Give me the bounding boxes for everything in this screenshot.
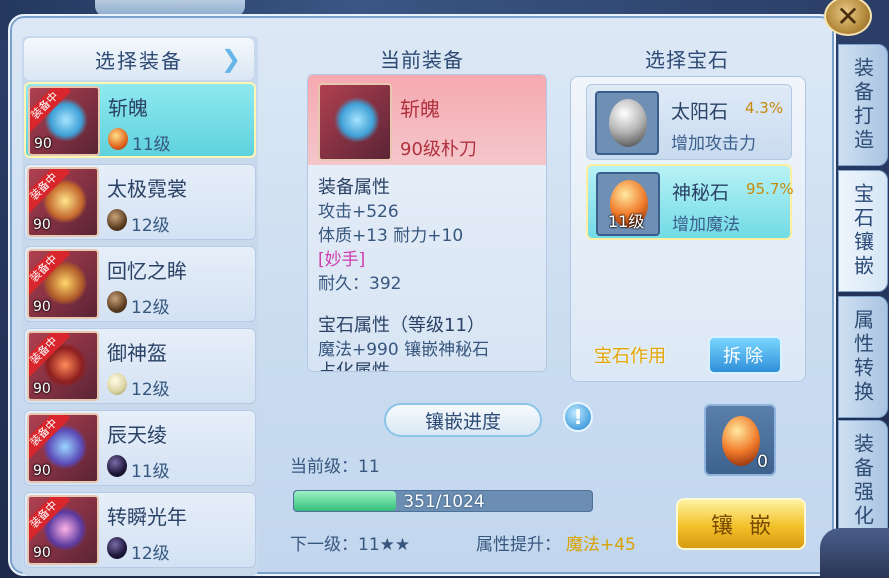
gem-level: 12级 [131, 216, 170, 236]
equipment-item[interactable]: 装备中 90 转瞬光年 12级 [24, 492, 256, 568]
equipment-icon: 装备中 90 [27, 249, 99, 319]
equipment-level: 90 [33, 299, 51, 315]
attribute-increase-label: 属性提升： [476, 535, 561, 555]
gem-level: 12级 [131, 544, 170, 564]
equipment-item[interactable]: 装备中 90 御神盔 12级 [24, 328, 256, 404]
gem-selection-title: 选择宝石 [645, 48, 729, 72]
durability: 耐久：392 [318, 274, 402, 294]
gem-effect-link[interactable]: 宝石作用 [594, 342, 666, 368]
equipment-level: 90 [34, 136, 52, 152]
special-attribute: [妙手] [318, 250, 366, 270]
equipment-name: 御神盔 [107, 341, 167, 365]
equipment-icon: 装备中 90 [27, 495, 99, 565]
corner-decoration [820, 528, 889, 578]
equipment-name: 辰天绫 [107, 423, 167, 447]
equipment-level: 90 [33, 545, 51, 561]
current-level: 当前级：11 [290, 457, 380, 477]
gem-name: 神秘石 [672, 182, 730, 204]
sun-stone-icon [609, 99, 647, 147]
gem-option[interactable]: 11级 神秘石 95.7% 增加魔法 [586, 164, 794, 240]
gem-icon [108, 128, 128, 150]
current-equipment-icon [318, 83, 392, 161]
tab-equipment-forge[interactable]: 装备打造 [838, 44, 888, 166]
gem-icon [107, 455, 127, 477]
gem-image [595, 91, 659, 155]
material-count: 0 [757, 452, 768, 472]
equipment-attributes-heading: 装备属性 [318, 177, 390, 198]
gem-icon [107, 291, 127, 313]
equipment-item[interactable]: 装备中 90 辰天绫 11级 [24, 410, 256, 486]
equipment-icon: 装备中 90 [28, 86, 100, 156]
gem-rate: 4.3% [745, 99, 784, 117]
equipment-icon: 装备中 90 [27, 413, 99, 483]
attribute-line: 攻击+526 [318, 202, 399, 222]
tab-equipment-enhance[interactable]: 装备强化 [838, 420, 888, 542]
inlay-progress-title: 镶嵌进度 [384, 403, 542, 437]
remove-button[interactable]: 拆除 [708, 336, 782, 374]
equipment-list-header: 选择装备 ❯ [24, 38, 254, 80]
gem-icon [107, 209, 127, 231]
gem-level: 11级 [131, 462, 170, 482]
gem-level: 12级 [131, 298, 170, 318]
gem-name: 太阳石 [671, 101, 729, 123]
gem-rate: 95.7% [746, 180, 794, 198]
equipment-name: 太极霓裳 [107, 177, 187, 201]
gem-level: 11级 [608, 212, 645, 231]
next-level: 下一级：11★★ [290, 535, 411, 555]
gem-icon [107, 537, 127, 559]
attribute-line: 体质+13 耐力+10 [318, 226, 464, 246]
gem-level: 12级 [131, 380, 170, 400]
mystery-stone-icon [722, 416, 760, 466]
arrow-right-icon[interactable]: ❯ [218, 44, 246, 74]
gem-option[interactable]: 太阳石 4.3% 增加攻击力 [586, 84, 792, 160]
current-equipment-title: 当前装备 [380, 48, 464, 72]
current-equipment-header: 斩魄 90级朴刀 [308, 75, 546, 165]
equipment-item[interactable]: 装备中 90 回忆之眸 12级 [24, 246, 256, 322]
equipment-icon: 装备中 90 [27, 167, 99, 237]
equipment-list-title: 选择装备 [95, 48, 183, 73]
equipment-level: 90 [33, 217, 51, 233]
equipment-level: 90 [33, 463, 51, 479]
equipment-name: 斩魄 [108, 96, 148, 120]
current-equipment-type: 90级朴刀 [400, 139, 477, 160]
attribute-increase-value: 魔法+45 [566, 535, 636, 555]
equipment-icon: 装备中 90 [27, 331, 99, 401]
current-equipment-card: 斩魄 90级朴刀 装备属性 攻击+526 体质+13 耐力+10 [妙手] 耐久… [307, 74, 547, 372]
progress-bar: 351/1024 [293, 490, 593, 512]
current-equipment-name: 斩魄 [400, 97, 440, 121]
equipment-name: 回忆之眸 [107, 259, 187, 283]
gem-description: 增加攻击力 [671, 134, 756, 154]
equipment-item[interactable]: 装备中 90 太极霓裳 12级 [24, 164, 256, 240]
material-slot[interactable]: 0 [704, 404, 776, 476]
equipment-item[interactable]: 装备中 90 斩魄 11级 [24, 82, 256, 158]
equipment-level: 90 [33, 381, 51, 397]
gem-icon [107, 373, 127, 395]
gem-description: 增加魔法 [672, 215, 740, 235]
cut-off-attribute-heading: 占化属性 [318, 357, 390, 371]
gem-image: 11级 [596, 172, 660, 236]
inlay-button[interactable]: 镶嵌 [676, 498, 806, 550]
progress-bar-text: 351/1024 [403, 492, 485, 512]
tab-gem-inlay[interactable]: 宝石镶嵌 [838, 170, 888, 292]
info-icon[interactable]: ! [563, 402, 593, 432]
gem-level: 11级 [132, 135, 171, 155]
equipment-name: 转瞬光年 [107, 505, 187, 529]
tab-attribute-convert[interactable]: 属性转换 [838, 296, 888, 418]
gem-attributes-heading: 宝石属性（等级11） [318, 315, 485, 336]
blade-icon [334, 97, 380, 143]
